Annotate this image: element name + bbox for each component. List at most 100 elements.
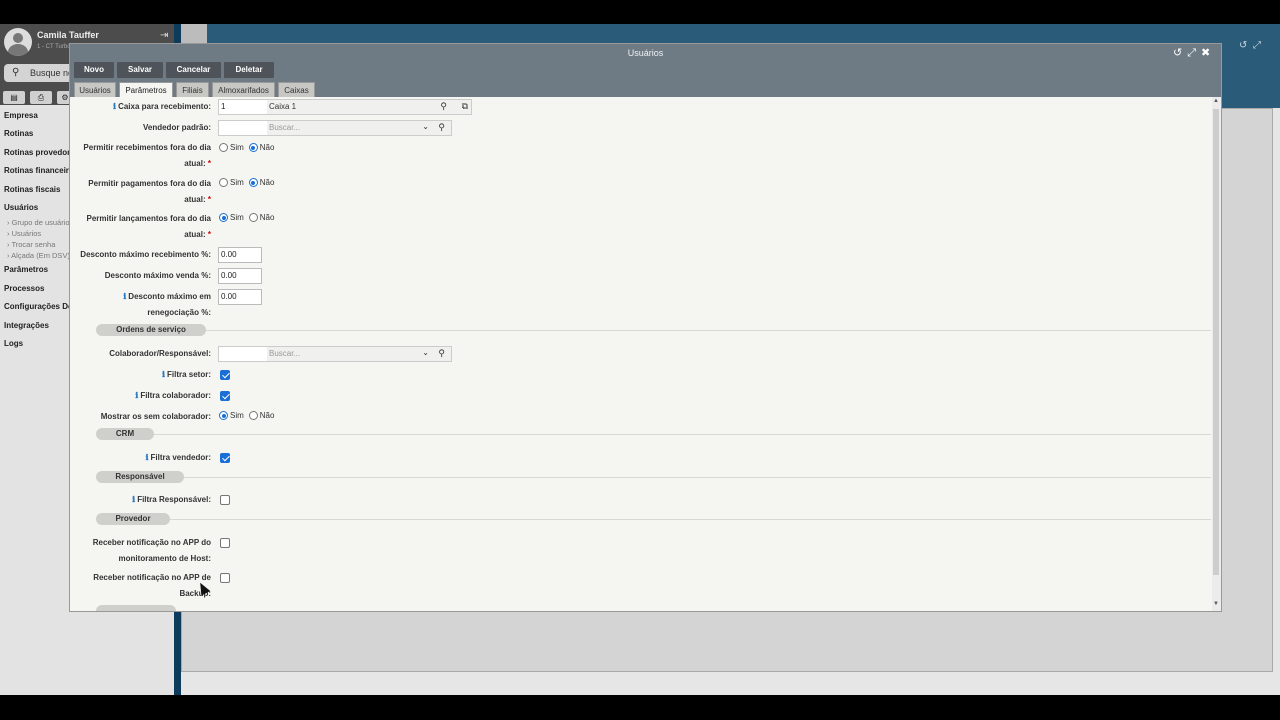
deletar-button[interactable]: Deletar [224,62,274,78]
desc-reneg-label-2: renegociação %: [147,308,211,317]
desc-receb-input[interactable]: 0.00 [218,247,262,263]
caixa-combo[interactable]: 1 Caixa 1 ⚲ ⧉ [218,99,472,115]
colab-search-input[interactable]: Buscar... [269,347,300,361]
vendedor-code-input[interactable] [219,121,267,135]
novo-button[interactable]: Novo [74,62,114,78]
tab-caixas[interactable]: Caixas [278,82,315,97]
notif-backup-checkbox[interactable] [220,573,230,583]
expand-icon[interactable]: ⤢ [1253,40,1261,51]
section-divider [96,519,1211,520]
vendedor-label: Vendedor padrão: [142,123,211,132]
info-icon[interactable]: ℹ [113,102,116,111]
radio-perm-lanc-nao[interactable] [248,213,258,222]
mostrar-os-radio-group: Sim Não [219,409,279,423]
vendedor-combo[interactable]: Buscar... ⌄ ⚲ [218,120,452,136]
caixa-code-input[interactable]: 1 [219,100,267,114]
desc-reneg-input[interactable]: 0.00 [218,289,262,305]
tab-parametros[interactable]: Parâmetros [119,82,173,97]
colab-code-input[interactable] [219,347,267,361]
perm-lanc-radio-group: Sim Não [219,211,279,225]
perm-lanc-sim[interactable]: Sim [219,213,244,222]
user-company: 1 - CT Turbo [37,44,71,50]
info-icon[interactable]: ℹ [162,370,165,379]
section-provedor: Provedor [96,513,170,525]
filtra-resp-checkbox[interactable] [220,495,230,505]
tab-filiais[interactable]: Filiais [176,82,209,97]
perm-pag-nao[interactable]: Não [248,178,274,187]
caixa-description: Caixa 1 [269,102,297,111]
info-icon[interactable]: ℹ [135,391,138,400]
perm-pag-sim[interactable]: Sim [219,178,244,187]
radio-mostrar-os-nao[interactable] [248,411,258,420]
chevron-down-icon[interactable]: ⌄ [422,348,429,357]
radio-mostrar-os-sim[interactable] [219,411,228,420]
radio-perm-receb-sim[interactable] [219,143,228,152]
vendedor-search-input[interactable]: Buscar... [269,121,300,135]
notif-backup-label: Receber notificação no APP de [93,573,211,582]
dialog-scrollbar[interactable]: ▲ ▼ [1212,97,1221,611]
filtra-setor-checkbox[interactable] [220,370,230,380]
search-icon[interactable]: ⚲ [438,348,445,359]
perm-receb-label: Permitir recebimentos fora do dia [83,143,211,152]
perm-receb-sim[interactable]: Sim [219,143,244,152]
scroll-down-icon[interactable]: ▼ [1213,601,1219,607]
colab-combo[interactable]: Buscar... ⌄ ⚲ [218,346,452,362]
logout-icon[interactable]: ⇥ [160,30,168,41]
dialog-controls: ↺ ⤢ ✖ [1173,46,1215,60]
tab-almoxarifados[interactable]: Almoxarifados [212,82,275,97]
radio-perm-lanc-sim[interactable] [219,213,228,222]
filtra-colab-label: ℹ Filtra colaborador: [135,391,211,400]
desktop: Camila Tauffer 1 - CT Turbo ⇥ ⚲ Busque n… [0,24,1280,695]
scrollbar-thumb[interactable] [1213,109,1219,575]
parametros-form: ℹ Caixa para recebimento: 1 Caixa 1 ⚲ ⧉ V… [70,97,1211,611]
print-icon[interactable]: ⎙ [30,91,52,104]
calendar-icon[interactable]: ▤ [3,91,25,104]
dialog-titlebar[interactable]: Usuários ↺ ⤢ ✖ Novo Salvar Cancelar Deleta… [70,44,1221,97]
open-record-icon[interactable]: ⧉ [462,101,468,112]
perm-receb-nao[interactable]: Não [248,143,274,152]
perm-lanc-label: Permitir lançamentos fora do dia [86,214,211,223]
notif-host-checkbox[interactable] [220,538,230,548]
search-icon[interactable]: ⚲ [438,122,445,133]
chevron-down-icon[interactable]: ⌄ [422,122,429,131]
sidebar-search-placeholder: Busque no [30,68,74,78]
reset-icon[interactable]: ↺ [1173,47,1182,59]
expand-icon[interactable]: ⤢ [1187,47,1196,59]
background-window-tab[interactable] [181,24,207,44]
info-icon[interactable]: ℹ [123,292,126,301]
section-divider [96,477,1211,478]
section-crm: CRM [96,428,154,440]
search-icon[interactable]: ⚲ [440,101,447,112]
filtra-vendedor-label: ℹ Filtra vendedor: [145,453,212,462]
perm-lanc-nao[interactable]: Não [248,213,274,222]
perm-lanc-label-2: atual: * [184,230,211,239]
close-icon[interactable]: ✖ [1201,47,1210,59]
dialog-title: Usuários [627,48,664,58]
tab-usuarios[interactable]: Usuários [74,82,116,97]
avatar[interactable] [4,28,32,56]
salvar-button[interactable]: Salvar [117,62,163,78]
desc-venda-input[interactable]: 0.00 [218,268,262,284]
filtra-resp-label: ℹ Filtra Responsável: [132,495,211,504]
filtra-colab-checkbox[interactable] [220,391,230,401]
info-icon[interactable]: ℹ [132,495,135,504]
section-divider [96,330,1211,331]
radio-perm-pag-nao[interactable] [248,178,258,187]
filtra-vendedor-checkbox[interactable] [220,453,230,463]
search-icon: ⚲ [12,67,20,78]
mostrar-os-label: Mostrar os sem colaborador: [100,412,211,421]
user-name: Camila Tauffer [37,30,99,40]
mostrar-os-nao[interactable]: Não [248,411,274,420]
notif-host-label-2: monitoramento de Host: [118,554,211,563]
radio-perm-pag-sim[interactable] [219,178,228,187]
reset-icon[interactable]: ↺ [1239,40,1247,51]
perm-pag-radio-group: Sim Não [219,176,279,190]
info-icon[interactable]: ℹ [146,453,149,462]
perm-receb-label-2: atual: * [184,159,211,168]
mostrar-os-sim[interactable]: Sim [219,411,244,420]
colab-label: Colaborador/Responsável: [109,349,211,358]
radio-perm-receb-nao[interactable] [248,143,258,152]
cancelar-button[interactable]: Cancelar [166,62,221,78]
scroll-up-icon[interactable]: ▲ [1213,98,1219,104]
section-ordens-servico: Ordens de serviço [96,324,206,336]
